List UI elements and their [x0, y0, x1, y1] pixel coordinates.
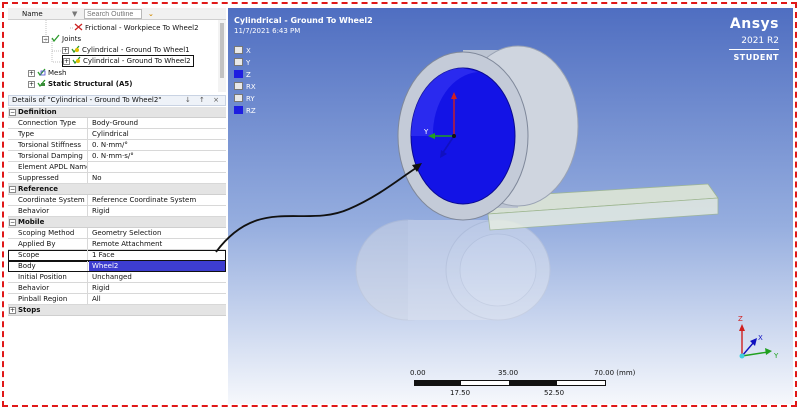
scale-label: 0.00: [410, 369, 426, 377]
tree-item-cylindrical-ground-wheel2[interactable]: + Cylindrical - Ground To Wheel2: [62, 55, 194, 67]
section-reference[interactable]: − Reference: [8, 184, 226, 195]
detail-value[interactable]: 1 Face: [89, 250, 225, 260]
detail-row[interactable]: Torsional Damping 0. N·mm·s/°: [8, 151, 226, 162]
detail-value[interactable]: All: [89, 294, 225, 304]
detail-key: Type: [8, 129, 88, 139]
scale-bar-graphic: [414, 380, 606, 386]
detail-value[interactable]: 0. N·mm/°: [89, 140, 225, 150]
collapse-icon[interactable]: −: [9, 109, 16, 116]
details-grid: − Definition Connection Type Body-Ground T…: [8, 107, 226, 316]
scrollbar-thumb[interactable]: [220, 23, 224, 78]
detail-key: Pinball Region: [8, 294, 88, 304]
detail-key: Behavior: [8, 283, 88, 293]
detail-value[interactable]: Wheel2: [89, 261, 225, 271]
detail-key: Scoping Method: [8, 228, 88, 238]
detail-key: Behavior: [8, 206, 88, 216]
global-x-label: X: [758, 334, 763, 342]
detail-value[interactable]: Cylindrical: [89, 129, 225, 139]
model-geometry[interactable]: Y Z Y X: [228, 8, 793, 404]
detail-value[interactable]: Reference Coordinate System: [89, 195, 225, 205]
detail-value[interactable]: 0. N·mm·s/°: [89, 151, 225, 161]
collapse-icon[interactable]: −: [9, 186, 16, 193]
column-dropdown-icon[interactable]: ▼: [72, 9, 77, 19]
tree-item-frictional-workpiece-wheel2[interactable]: Frictional - Workpiece To Wheel2: [74, 23, 199, 33]
detail-value[interactable]: Remote Attachment: [89, 239, 225, 249]
detail-row[interactable]: Element APDL Name: [8, 162, 226, 173]
search-options-chevron-icon[interactable]: ⌄: [148, 9, 154, 19]
detail-key: Scope: [8, 250, 88, 260]
detail-value[interactable]: Geometry Selection: [89, 228, 225, 238]
collapse-icon[interactable]: −: [9, 219, 16, 226]
graphics-viewport[interactable]: Cylindrical - Ground To Wheel2 11/7/2021…: [228, 8, 793, 404]
detail-key: Suppressed: [8, 173, 88, 183]
local-axis-label: Y: [423, 128, 429, 136]
scale-label: 52.50: [544, 389, 565, 397]
detail-row[interactable]: Suppressed No: [8, 173, 226, 184]
scale-label: 17.50: [450, 389, 471, 397]
detail-key: Coordinate System: [8, 195, 88, 205]
scale-label: 70.00 (mm): [594, 369, 636, 377]
detail-row[interactable]: Behavior Rigid: [8, 283, 226, 294]
detail-row-body[interactable]: Body Wheel2: [8, 261, 226, 272]
scale-bar: 0.00 35.00 70.00 (mm) 17.50 52.50: [410, 369, 720, 401]
detail-value[interactable]: No: [89, 173, 225, 183]
detail-value[interactable]: Rigid: [89, 283, 225, 293]
detail-row[interactable]: Type Cylindrical: [8, 129, 226, 140]
detail-key: Torsional Damping: [8, 151, 88, 161]
detail-key: Torsional Stiffness: [8, 140, 88, 150]
detail-key: Initial Position: [8, 272, 88, 282]
detail-key: Body: [8, 261, 88, 271]
tree-connector-lines: [42, 20, 74, 63]
details-window-controls[interactable]: ↓ ↑ ×: [185, 96, 222, 105]
detail-value[interactable]: Rigid: [89, 206, 225, 216]
section-definition[interactable]: − Definition: [8, 107, 226, 118]
detail-row[interactable]: Connection Type Body-Ground: [8, 118, 226, 129]
detail-key: Connection Type: [8, 118, 88, 128]
name-column-header[interactable]: Name: [22, 9, 43, 19]
details-panel-title: Details of "Cylindrical - Ground To Whee…: [8, 95, 226, 106]
detail-value[interactable]: [89, 162, 225, 172]
detail-row[interactable]: Coordinate System Reference Coordinate Sy…: [8, 195, 226, 206]
global-y-label: Y: [773, 352, 779, 360]
global-triad[interactable]: [739, 324, 772, 359]
scale-label: 35.00: [498, 369, 519, 377]
detail-row[interactable]: Behavior Rigid: [8, 206, 226, 217]
detail-value[interactable]: Body-Ground: [89, 118, 225, 128]
outline-header: Name ▼ ⌄: [8, 8, 226, 20]
expand-icon[interactable]: +: [9, 307, 16, 314]
detail-row[interactable]: Applied By Remote Attachment: [8, 239, 226, 250]
section-stops[interactable]: + Stops: [8, 305, 226, 316]
detail-row-scope[interactable]: Scope 1 Face: [8, 250, 226, 261]
outline-search-input[interactable]: [84, 9, 142, 19]
global-z-label: Z: [738, 315, 743, 323]
detail-value[interactable]: Unchanged: [89, 272, 225, 282]
detail-key: Element APDL Name: [8, 162, 88, 172]
detail-row[interactable]: Scoping Method Geometry Selection: [8, 228, 226, 239]
screenshot-frame: Name ▼ ⌄ Frictional - Workpiece To Wheel…: [2, 2, 797, 407]
detail-key: Applied By: [8, 239, 88, 249]
wheel1-ghost: [355, 219, 551, 321]
tree-item-cylindrical-ground-wheel1[interactable]: + Cylindrical - Ground To Wheel1: [62, 45, 190, 55]
outline-scrollbar[interactable]: [218, 20, 226, 92]
section-mobile[interactable]: − Mobile: [8, 217, 226, 228]
detail-row[interactable]: Initial Position Unchanged: [8, 272, 226, 283]
detail-row[interactable]: Torsional Stiffness 0. N·mm/°: [8, 140, 226, 151]
left-panel: Name ▼ ⌄ Frictional - Workpiece To Wheel…: [8, 8, 226, 404]
detail-row[interactable]: Pinball Region All: [8, 294, 226, 305]
